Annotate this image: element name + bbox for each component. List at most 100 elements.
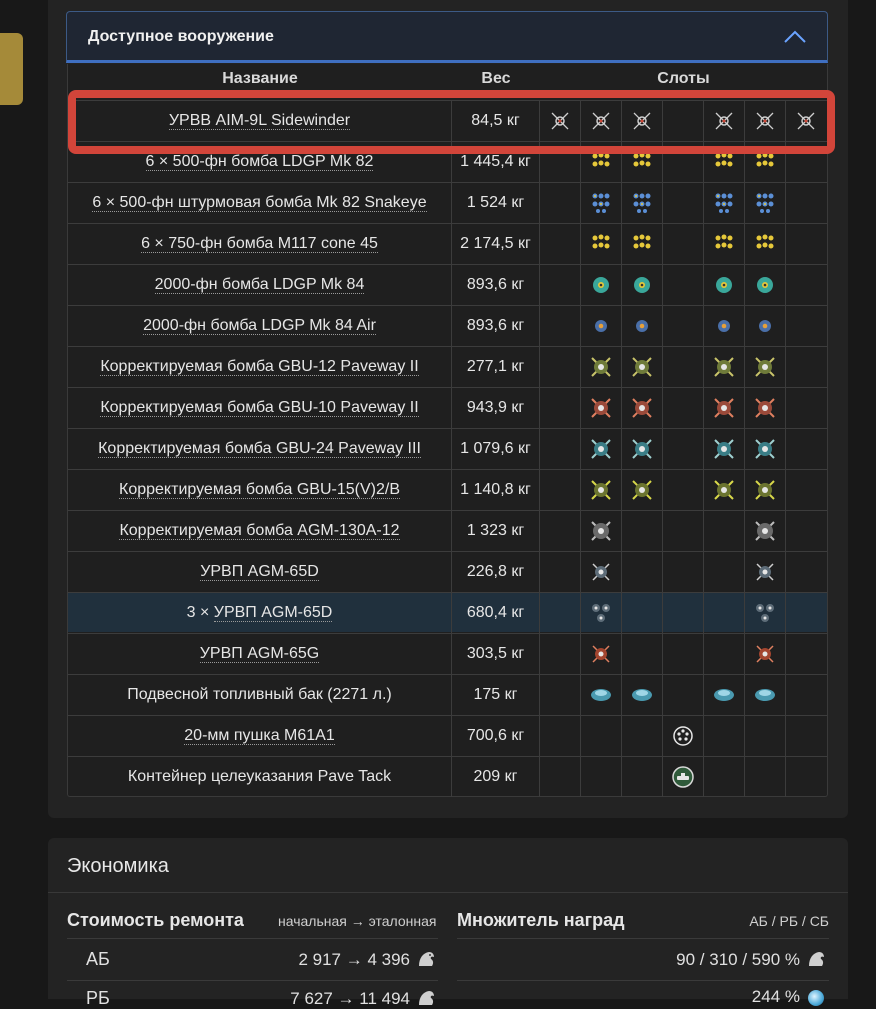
slot-cell (581, 470, 622, 510)
slot-cell (745, 716, 786, 756)
weapon-weight: 943,9 кг (452, 388, 540, 428)
slot-cell (745, 470, 786, 510)
weapon-name[interactable]: 20-мм пушка M61A1 (68, 716, 452, 756)
weapon-count-prefix: 3 × (186, 604, 214, 621)
weapon-name[interactable]: Корректируемая бомба GBU-15(V)2/B (68, 470, 452, 510)
slot-cell (581, 429, 622, 469)
weapon-row[interactable]: 6 × 750-фн бомба M117 cone 45 2 174,5 кг (68, 223, 827, 264)
slot-cell (745, 511, 786, 551)
weapon-name-text[interactable]: 6 × 750-фн бомба M117 cone 45 (141, 235, 378, 253)
research-points-icon (808, 990, 824, 1006)
bomb-b-icon (756, 193, 774, 213)
weapon-row[interactable]: Подвесной топливный бак (2271 л.) 175 кг (68, 674, 827, 715)
slot-cell (540, 388, 581, 428)
weapon-weight: 226,8 кг (452, 552, 540, 592)
weapon-row[interactable]: Корректируемая бомба AGM-130A-12 1 323 кг (68, 510, 827, 551)
weapon-row[interactable]: 2000-фн бомба LDGP Mk 84 Air 893,6 кг (68, 305, 827, 346)
repair-divider-2 (67, 980, 438, 981)
slot-cell (704, 183, 745, 223)
weapon-row[interactable]: Корректируемая бомба GBU-12 Paveway II 27… (68, 346, 827, 387)
weapon-name-text[interactable]: 2000-фн бомба LDGP Mk 84 (154, 276, 365, 294)
weapon-weight: 277,1 кг (452, 347, 540, 387)
slot-cell (540, 265, 581, 305)
weapon-name-text[interactable]: 20-мм пушка M61A1 (184, 727, 335, 745)
slot-cell (786, 552, 827, 592)
tank-icon (755, 689, 775, 701)
bomb-air-icon (636, 320, 648, 332)
slot-cell (540, 716, 581, 756)
weapon-weight: 209 кг (452, 757, 540, 797)
weapon-name[interactable]: 3 × УРВП AGM-65D (68, 593, 452, 633)
weapon-name[interactable]: Корректируемая бомба GBU-10 Paveway II (68, 388, 452, 428)
weapon-name-text[interactable]: Корректируемая бомба GBU-24 Paveway III (98, 440, 421, 458)
slot-cell (622, 183, 663, 223)
weapon-name-text[interactable]: Корректируемая бомба GBU-15(V)2/B (119, 481, 400, 499)
slot-cell (745, 388, 786, 428)
weapon-row[interactable]: Корректируемая бомба GBU-10 Paveway II 94… (68, 387, 827, 428)
weapon-row[interactable]: УРВП AGM-65G 303,5 кг (68, 633, 827, 674)
gb-red-icon (755, 398, 775, 418)
gb-olive-icon (755, 357, 775, 377)
weapon-name-text[interactable]: Корректируемая бомба GBU-10 Paveway II (100, 399, 419, 417)
weapon-name-link[interactable]: УРВП AGM-65D (213, 604, 333, 622)
slot-cell (786, 224, 827, 264)
gb-red-icon (591, 398, 611, 418)
gb-olive-icon (591, 357, 611, 377)
weapon-name-text: Подвесной топливный бак (2271 л.) (127, 686, 392, 703)
weapon-name-text[interactable]: 2000-фн бомба LDGP Mk 84 Air (143, 317, 376, 335)
slot-cell (704, 470, 745, 510)
weapon-row[interactable]: Корректируемая бомба GBU-15(V)2/B 1 140,8… (68, 469, 827, 510)
weapon-name[interactable]: 2000-фн бомба LDGP Mk 84 (68, 265, 452, 305)
slot-cell (745, 429, 786, 469)
slot-cell (786, 716, 827, 756)
weapon-name-text[interactable]: УРВП AGM-65G (199, 645, 320, 663)
chevron-up-icon[interactable] (783, 27, 807, 45)
weapon-row[interactable]: 20-мм пушка M61A1 700,6 кг (68, 715, 827, 756)
weapon-name-text[interactable]: 6 × 500-фн бомба LDGP Mk 82 (145, 153, 374, 171)
weapon-name[interactable]: УРВП AGM-65G (68, 634, 452, 674)
reward-divider (457, 938, 829, 939)
weapon-row[interactable]: УРВП AGM-65D 226,8 кг (68, 551, 827, 592)
weapon-weight: 1 323 кг (452, 511, 540, 551)
weapon-name-text[interactable]: Корректируемая бомба AGM-130A-12 (119, 522, 400, 540)
slot-cell (786, 265, 827, 305)
weapon-weight: 1 079,6 кг (452, 429, 540, 469)
agm3-icon (756, 604, 774, 622)
weapon-row[interactable]: 6 × 500-фн штурмовая бомба Mk 82 Snakeye… (68, 182, 827, 223)
weapon-name[interactable]: 6 × 500-фн штурмовая бомба Mk 82 Snakeye (68, 183, 452, 223)
bomb-b-icon (633, 193, 651, 213)
selected-row-highlight (68, 90, 835, 154)
weapon-name-text[interactable]: 6 × 500-фн штурмовая бомба Mk 82 Snakeye (92, 194, 427, 212)
weapon-weight: 2 174,5 кг (452, 224, 540, 264)
weapon-name-text[interactable]: Корректируемая бомба GBU-12 Paveway II (100, 358, 419, 376)
weapon-row[interactable]: 3 × УРВП AGM-65D 680,4 кг (68, 592, 827, 633)
weapon-name[interactable]: 2000-фн бомба LDGP Mk 84 Air (68, 306, 452, 346)
weapon-name[interactable]: УРВП AGM-65D (68, 552, 452, 592)
slot-cell (704, 511, 745, 551)
weapon-name[interactable]: Корректируемая бомба AGM-130A-12 (68, 511, 452, 551)
gb-yellow-icon (591, 480, 611, 500)
slot-cell (786, 388, 827, 428)
slot-cell (663, 757, 704, 797)
slot-cell (786, 306, 827, 346)
weapon-name[interactable]: Корректируемая бомба GBU-24 Paveway III (68, 429, 452, 469)
slot-cell (786, 470, 827, 510)
slot-cell (540, 675, 581, 715)
reward-divider-2 (457, 980, 829, 981)
slot-cell (786, 757, 827, 797)
tank-icon (591, 689, 611, 701)
weapon-name[interactable]: Корректируемая бомба GBU-12 Paveway II (68, 347, 452, 387)
agm3-icon (592, 604, 610, 622)
slot-cell (622, 470, 663, 510)
weapons-accordion-header[interactable]: Доступное вооружение (66, 11, 828, 63)
gb-yellow-icon (755, 480, 775, 500)
weapons-section-title: Доступное вооружение (88, 28, 274, 45)
bomb-air-icon (595, 320, 607, 332)
bomb-b-icon (715, 193, 733, 213)
weapon-name[interactable]: 6 × 750-фн бомба M117 cone 45 (68, 224, 452, 264)
weapon-row[interactable]: Корректируемая бомба GBU-24 Paveway III 1… (68, 428, 827, 469)
weapon-row[interactable]: Контейнер целеуказания Pave Tack 209 кг (68, 756, 827, 797)
bomb-y-icon (592, 234, 610, 249)
weapon-name-text[interactable]: УРВП AGM-65D (200, 563, 319, 581)
weapon-row[interactable]: 2000-фн бомба LDGP Mk 84 893,6 кг (68, 264, 827, 305)
